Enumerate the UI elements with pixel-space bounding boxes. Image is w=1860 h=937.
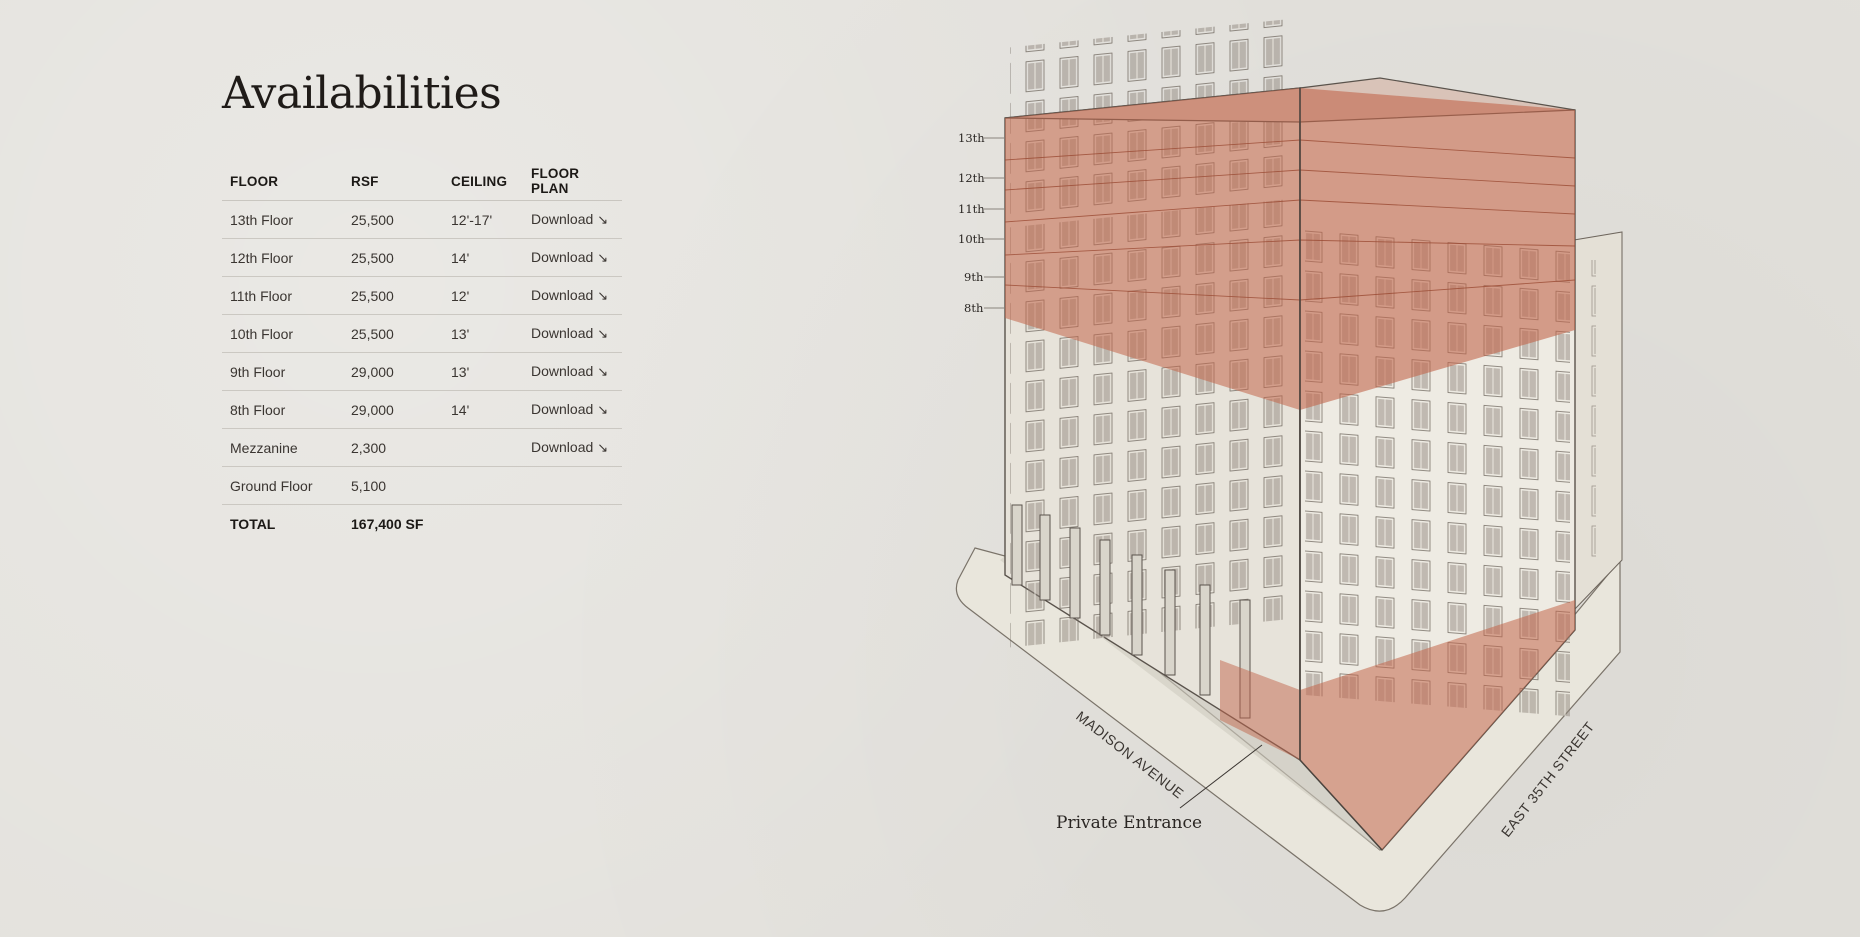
floor-label-8: 8th: [964, 301, 984, 315]
floor-label-12: 12th: [958, 171, 985, 185]
floor-label-leaders: [984, 137, 1004, 309]
floor-label-9: 9th: [964, 270, 984, 284]
floor-label-13: 13th: [958, 131, 985, 145]
floor-label-10: 10th: [958, 232, 985, 246]
floor-label-11: 11th: [958, 202, 985, 216]
adjacent-building: [1573, 231, 1623, 612]
entrance-label: Private Entrance: [1056, 813, 1202, 833]
building-illustration: 13th 12th 11th 10th 9th 8th MADISON AVEN…: [955, 18, 1623, 912]
